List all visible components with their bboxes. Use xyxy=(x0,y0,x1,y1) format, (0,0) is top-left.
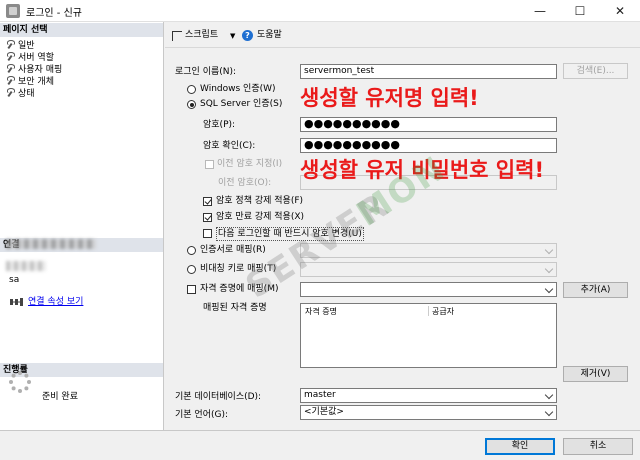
chevron-down-icon xyxy=(544,390,554,400)
enforce-expiration-label: 암호 만료 강제 적용(X) xyxy=(216,212,305,222)
remove-credential-button[interactable]: 제거(V) xyxy=(563,366,628,382)
mapped-credentials-label: 매핑된 자격 증명 xyxy=(203,303,267,313)
wrench-icon xyxy=(6,76,15,85)
login-name-input[interactable]: servermon_test xyxy=(300,64,557,79)
chevron-down-icon xyxy=(544,407,554,417)
page-item-securables[interactable]: 보안 개체 xyxy=(6,76,54,88)
page-item-status[interactable]: 상태 xyxy=(6,88,35,100)
column-divider xyxy=(428,306,429,316)
wrench-icon xyxy=(6,64,15,73)
mapped-credentials-table[interactable]: 자격 증명 공급자 xyxy=(300,303,557,368)
password-label: 암호(P): xyxy=(203,120,236,130)
wrench-icon xyxy=(6,40,15,49)
password-input[interactable]: ●●●●●●●●●● xyxy=(300,117,557,132)
map-credential-label: 자격 증명에 매핑(M) xyxy=(200,284,279,294)
page-item-label: 사용자 매핑 xyxy=(18,65,63,75)
username-annotation: 생성할 유저명 입력! xyxy=(300,86,479,110)
sql-auth-radio[interactable] xyxy=(187,100,196,109)
minimize-button[interactable]: — xyxy=(520,0,560,22)
close-button[interactable]: ✕ xyxy=(600,0,640,22)
old-password-label: 이전 암호(O): xyxy=(218,178,272,188)
cert-mapped-radio[interactable] xyxy=(187,246,196,255)
page-item-general[interactable]: 일반 xyxy=(6,40,35,52)
windows-auth-radio[interactable] xyxy=(187,85,196,94)
add-credential-button[interactable]: 추가(A) xyxy=(563,282,628,298)
ok-button[interactable]: 확인 xyxy=(485,438,555,455)
asym-key-mapped-radio[interactable] xyxy=(187,265,196,274)
title-bar: 로그인 - 신규 — ☐ ✕ xyxy=(0,0,640,22)
help-button[interactable]: 도움말 xyxy=(257,28,282,42)
default-database-label: 기본 데이터베이스(D): xyxy=(175,392,262,402)
asym-key-mapped-label: 비대칭 키로 매핑(T) xyxy=(200,264,277,274)
script-button[interactable]: 스크립트 xyxy=(185,28,218,42)
progress-status: 준비 완료 xyxy=(42,392,78,402)
enforce-policy-label: 암호 정책 강제 적용(F) xyxy=(216,196,304,206)
page-item-label: 상태 xyxy=(18,89,35,99)
enforce-expiration-checkbox[interactable] xyxy=(203,213,212,222)
wrench-icon xyxy=(6,88,15,97)
confirm-password-label: 암호 확인(C): xyxy=(203,141,256,151)
app-icon xyxy=(6,4,20,18)
enforce-policy-checkbox[interactable] xyxy=(203,197,212,206)
credential-column-header[interactable]: 자격 증명 xyxy=(305,306,337,317)
page-item-server-roles[interactable]: 서버 역할 xyxy=(6,52,54,64)
credential-select[interactable] xyxy=(300,282,557,297)
default-language-value: <기본값> xyxy=(304,407,344,417)
must-change-checkbox[interactable] xyxy=(203,229,212,238)
window-title: 로그인 - 신규 xyxy=(26,8,82,19)
certificate-select[interactable] xyxy=(300,243,557,258)
help-icon: ? xyxy=(242,30,253,41)
page-item-label: 서버 역할 xyxy=(18,53,54,63)
toolbar: 스크립트 ▼ ? 도움말 xyxy=(165,22,640,48)
page-item-label: 보안 개체 xyxy=(18,77,54,87)
view-connection-properties-link[interactable]: 연결 속성 보기 xyxy=(28,294,83,307)
chevron-down-icon xyxy=(544,245,554,255)
connection-properties-icon xyxy=(10,298,23,306)
page-select-header: 페이지 선택 xyxy=(0,23,163,37)
map-credential-checkbox[interactable] xyxy=(187,285,196,294)
windows-auth-label: Windows 인증(W) xyxy=(200,84,276,94)
provider-column-header[interactable]: 공급자 xyxy=(432,306,454,317)
login-name-label: 로그인 이름(N): xyxy=(175,67,237,77)
maximize-button[interactable]: ☐ xyxy=(560,0,600,22)
wrench-icon xyxy=(6,52,15,61)
default-language-select[interactable]: <기본값> xyxy=(300,405,557,420)
redacted-server-name xyxy=(6,239,96,249)
search-button[interactable]: 검색(E)... xyxy=(563,63,628,79)
password-annotation: 생성할 유저 비밀번호 입력! xyxy=(300,158,545,182)
specify-old-password-checkbox[interactable] xyxy=(205,160,214,169)
chevron-down-icon xyxy=(544,264,554,274)
asym-key-select[interactable] xyxy=(300,262,557,277)
must-change-label: 다음 로그인할 때 반드시 암호 변경(U) xyxy=(216,227,364,241)
chevron-down-icon xyxy=(544,284,554,294)
page-item-label: 일반 xyxy=(18,41,35,51)
script-dropdown-icon[interactable]: ▼ xyxy=(230,29,235,43)
page-item-user-mapping[interactable]: 사용자 매핑 xyxy=(6,64,62,76)
footer-bar: 확인 취소 xyxy=(0,430,640,460)
cancel-button[interactable]: 취소 xyxy=(563,438,633,455)
default-database-select[interactable]: master xyxy=(300,388,557,403)
default-database-value: master xyxy=(304,390,336,400)
script-icon xyxy=(172,31,182,41)
cert-mapped-label: 인증서로 매핑(R) xyxy=(200,245,266,255)
redacted-server-detail xyxy=(6,261,46,271)
sql-auth-label: SQL Server 인증(S) xyxy=(200,99,283,109)
default-language-label: 기본 언어(G): xyxy=(175,410,229,420)
connection-user: sa xyxy=(9,275,20,285)
confirm-password-input[interactable]: ●●●●●●●●●● xyxy=(300,138,557,153)
specify-old-password-label: 이전 암호 지정(I) xyxy=(217,159,283,169)
progress-spinner-icon xyxy=(9,371,31,393)
